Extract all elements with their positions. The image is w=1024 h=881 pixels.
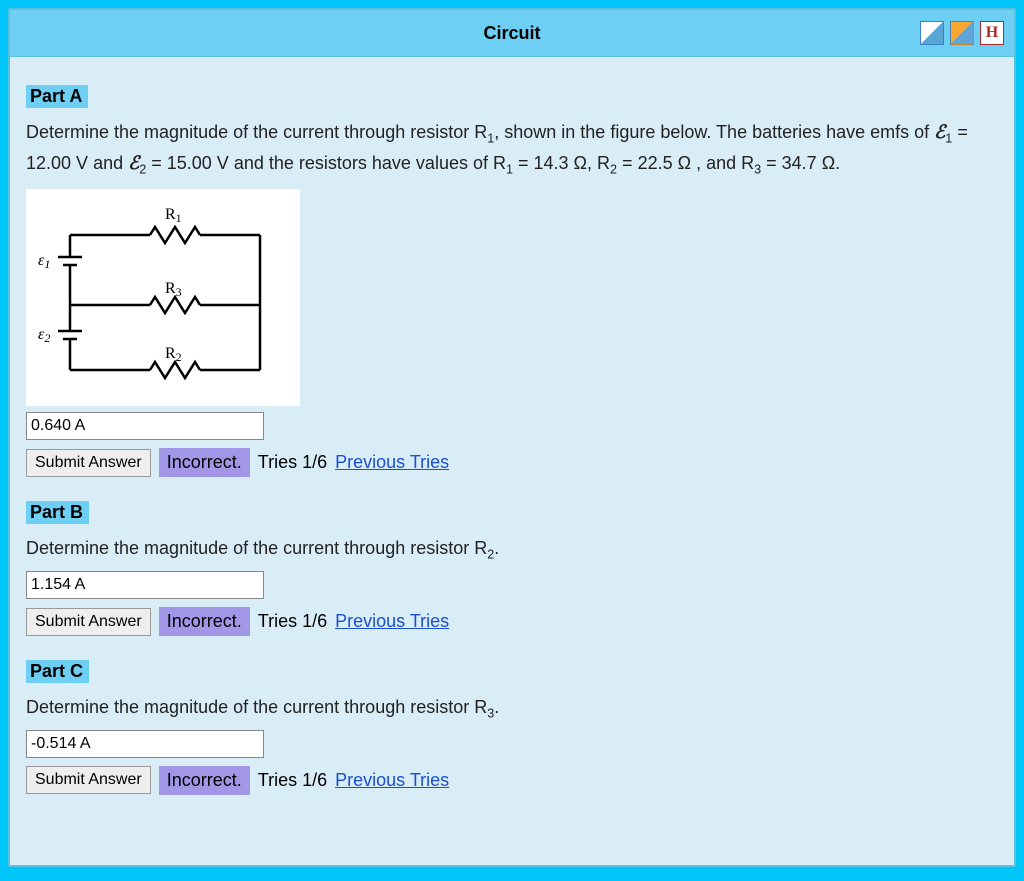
- text: and the resistors have values of R: [229, 153, 506, 173]
- part-c-previous-tries-link[interactable]: Previous Tries: [335, 770, 449, 791]
- part-a-previous-tries-link[interactable]: Previous Tries: [335, 452, 449, 473]
- part-b-submit-button[interactable]: Submit Answer: [26, 608, 151, 636]
- text: =: [146, 153, 167, 173]
- svg-text:ε2: ε2: [38, 326, 50, 345]
- text: and: [88, 153, 128, 173]
- r1-value: 14.3 Ω: [534, 153, 588, 173]
- part-a-tries: Tries 1/6: [258, 452, 327, 473]
- emf2-value: 15.00 V: [167, 153, 229, 173]
- part-a-prompt: Determine the magnitude of the current t…: [26, 118, 998, 179]
- title-bar-icons: H: [920, 21, 1004, 45]
- text: =: [617, 153, 638, 173]
- part-c-label: Part C: [26, 660, 89, 683]
- part-c-answer-input[interactable]: [26, 730, 264, 758]
- svg-text:ε1: ε1: [38, 252, 50, 271]
- text: Determine the magnitude of the current t…: [26, 538, 487, 558]
- part-c-submit-button[interactable]: Submit Answer: [26, 766, 151, 794]
- ruler-icon[interactable]: [920, 21, 944, 45]
- text: Determine the magnitude of the current t…: [26, 122, 487, 142]
- svg-text:R3: R3: [165, 280, 182, 299]
- book-icon[interactable]: [950, 21, 974, 45]
- part-b-label: Part B: [26, 501, 89, 524]
- history-icon[interactable]: H: [980, 21, 1004, 45]
- page-title: Circuit: [10, 23, 1014, 44]
- title-bar: Circuit H: [10, 10, 1014, 57]
- text: =: [513, 153, 534, 173]
- svg-text:R1: R1: [165, 206, 182, 225]
- part-c-tries: Tries 1/6: [258, 770, 327, 791]
- part-c-prompt: Determine the magnitude of the current t…: [26, 693, 998, 724]
- r3-value: 34.7 Ω: [782, 153, 836, 173]
- part-b-previous-tries-link[interactable]: Previous Tries: [335, 611, 449, 632]
- emf-symbol: ℰ: [128, 153, 139, 173]
- text: , R: [587, 153, 610, 173]
- part-a-label: Part A: [26, 85, 88, 108]
- text: =: [952, 122, 968, 142]
- text: 1: [506, 162, 513, 176]
- text: =: [761, 153, 782, 173]
- r2-value: 22.5 Ω: [638, 153, 692, 173]
- text: .: [494, 538, 499, 558]
- text: 2: [610, 162, 617, 176]
- part-b-status-badge: Incorrect.: [159, 607, 250, 636]
- text: .: [835, 153, 840, 173]
- svg-text:R2: R2: [165, 345, 182, 364]
- part-a-status-badge: Incorrect.: [159, 448, 250, 477]
- text: , shown in the figure below. The batteri…: [494, 122, 934, 142]
- text: , and R: [696, 153, 754, 173]
- text: .: [494, 697, 499, 717]
- part-b-submit-row: Submit Answer Incorrect. Tries 1/6 Previ…: [26, 607, 998, 636]
- emf1-value: 12.00 V: [26, 153, 88, 173]
- part-b-tries: Tries 1/6: [258, 611, 327, 632]
- text: Determine the magnitude of the current t…: [26, 697, 487, 717]
- problem-frame: Circuit H Part A Determine the magnitude…: [8, 8, 1016, 867]
- part-c-status-badge: Incorrect.: [159, 766, 250, 795]
- circuit-diagram: R1 R3 R2 ε1 ε2: [26, 189, 300, 406]
- emf-symbol: ℰ: [934, 122, 945, 142]
- content-area: Part A Determine the magnitude of the cu…: [10, 57, 1014, 819]
- part-a-answer-input[interactable]: [26, 412, 264, 440]
- part-b-prompt: Determine the magnitude of the current t…: [26, 534, 998, 565]
- part-c-submit-row: Submit Answer Incorrect. Tries 1/6 Previ…: [26, 766, 998, 795]
- part-a-submit-row: Submit Answer Incorrect. Tries 1/6 Previ…: [26, 448, 998, 477]
- part-a-submit-button[interactable]: Submit Answer: [26, 449, 151, 477]
- part-b-answer-input[interactable]: [26, 571, 264, 599]
